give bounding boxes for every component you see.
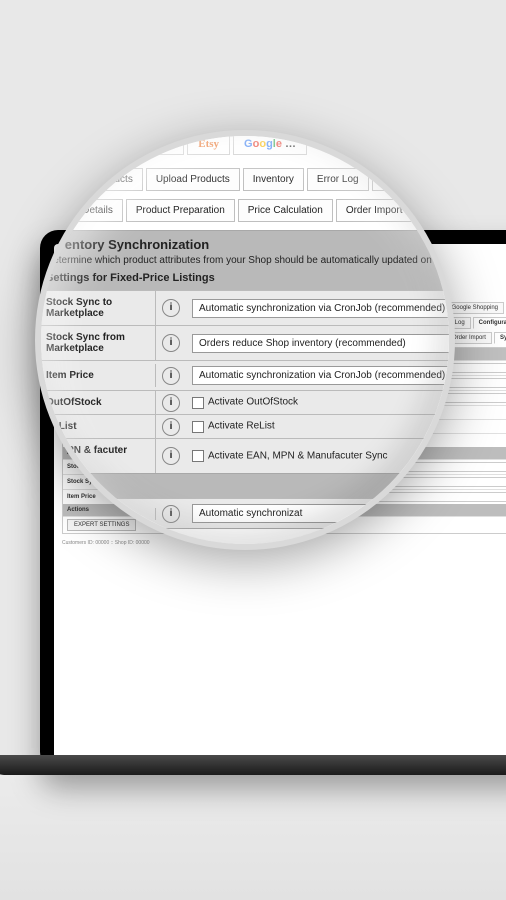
row-label [38,508,156,520]
checkbox-out-of-stock[interactable] [192,397,204,409]
tab-rakuten[interactable]: Rakuten [119,133,184,155]
section-heading-cutoff: ttings [38,473,455,498]
checkbox-ean-mpn[interactable] [192,450,204,462]
main-tabs: Prepare Products Upload Products Invento… [35,158,455,199]
select-stock-sync-from[interactable]: Orders reduce Shop inventory (recommende… [192,334,455,353]
select-item-price[interactable]: Automatic synchronization via CronJob (r… [192,366,455,385]
checkbox-label-ean-mpn: Activate EAN, MPN & Manufacuter Sync [208,451,388,462]
checkbox-relist[interactable] [192,421,204,433]
tab-upload-products[interactable]: Upload Products [146,168,240,191]
tab-prev-marketplace[interactable]: n [37,133,66,155]
row-label: N, MPN & facuter Sync [38,439,156,473]
checkbox-label-out-of-stock: Activate OutOfStock [208,397,298,408]
info-icon[interactable]: i [162,299,180,317]
marketplace-tabs: n ebay Rakuten Etsy Google … [35,130,455,158]
row-cutoff-auto: i Automatic synchronizat [38,498,455,528]
subtab-order-import[interactable]: Order Import [336,199,413,222]
tab-ebay[interactable]: ebay [69,133,116,155]
row-relist: ReList i Activate ReList [38,414,455,438]
row-label: Stock Sync to Marketplace [38,291,156,325]
magnifier-lens: n ebay Rakuten Etsy Google … Prepare Pro… [35,130,455,550]
tab-etsy[interactable]: Etsy [187,133,230,155]
row-out-of-stock: OutOfStock i Activate OutOfStock [38,390,455,414]
info-icon[interactable]: i [162,418,180,436]
row-stock-sync-from: Stock Sync from Marketplace i Orders red… [38,325,455,360]
panel-description: Determine which product attributes from … [46,255,455,266]
tab-error-log[interactable]: Error Log [307,168,369,191]
info-icon[interactable]: i [162,334,180,352]
row-ean-mpn: N, MPN & facuter Sync i Activate EAN, MP… [38,438,455,473]
tab-configuration[interactable]: C [372,168,399,191]
row-stock-sync-to: Stock Sync to Marketplace i Automatic sy… [38,290,455,325]
config-subtabs: Login Details Product Preparation Price … [35,199,455,230]
tab-prepare-products[interactable]: Prepare Products [45,168,143,191]
subtab-price-calculation[interactable]: Price Calculation [238,199,333,222]
mini-subtab-synch[interactable]: Synch [494,332,506,344]
inventory-sync-panel: Inventory Synchronization Determine whic… [37,230,455,529]
checkbox-label-relist: Activate ReList [208,421,275,432]
info-icon[interactable]: i [162,505,180,523]
info-icon[interactable]: i [162,394,180,412]
laptop-base [0,755,506,775]
info-icon[interactable]: i [162,367,180,385]
row-label: ReList [38,415,156,438]
tab-inventory[interactable]: Inventory [243,168,304,191]
row-label: Stock Sync from Marketplace [38,326,156,360]
info-icon[interactable]: i [162,447,180,465]
tab-google-shopping[interactable]: Google … [233,133,307,155]
panel-subheading: Settings for Fixed-Price Listings [46,272,455,284]
desk-surface [0,760,506,900]
panel-title: Inventory Synchronization [46,237,455,252]
mini-tab-configuration[interactable]: Configuration [473,317,506,329]
row-label: OutOfStock [38,391,156,414]
row-label: Item Price [38,364,156,387]
select-cutoff-auto[interactable]: Automatic synchronizat [192,504,455,523]
subtab-login-details[interactable]: Login Details [45,199,123,222]
select-stock-sync-to[interactable]: Automatic synchronization via CronJob (r… [192,299,455,318]
subtab-product-preparation[interactable]: Product Preparation [126,199,235,222]
row-item-price: Item Price i Automatic synchronization v… [38,360,455,390]
